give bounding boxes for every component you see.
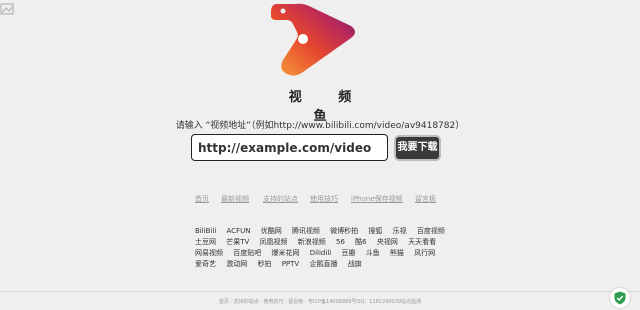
- site-link[interactable]: ACFUN: [227, 226, 251, 237]
- site-link[interactable]: 爆米花网: [271, 248, 299, 259]
- site-link[interactable]: 腾讯视频: [292, 226, 320, 237]
- supported-sites-list: BiliBili ACFUN 优酷网 腾讯视频 微博秒拍 搜狐 乐视 百度视频 …: [195, 226, 455, 270]
- site-link[interactable]: 芒果TV: [226, 237, 249, 248]
- site-link[interactable]: 天天看看: [408, 237, 436, 248]
- play-logo-icon: [269, 2, 361, 80]
- site-link[interactable]: 搜狐: [368, 226, 382, 237]
- nav-latest-videos[interactable]: 最新视频: [221, 194, 249, 204]
- site-link[interactable]: 土豆网: [195, 237, 216, 248]
- nav-guestbook[interactable]: 留言板: [415, 194, 436, 204]
- nav-iphone-save[interactable]: iPhone保存视频: [351, 194, 403, 204]
- site-link[interactable]: 激动网: [226, 259, 247, 270]
- footer-divider: [0, 291, 640, 292]
- site-link[interactable]: 风行网: [414, 248, 435, 259]
- site-link[interactable]: BiliBili: [195, 226, 216, 237]
- site-link[interactable]: 战旗: [348, 259, 362, 270]
- download-button[interactable]: 我要下载: [394, 135, 441, 161]
- site-link[interactable]: 豆瓣: [341, 248, 355, 259]
- site-link[interactable]: 乐视: [393, 226, 407, 237]
- site-link[interactable]: 斗鱼: [366, 248, 380, 259]
- nav-home[interactable]: 首页: [195, 194, 209, 204]
- site-link[interactable]: 新浪视频: [298, 237, 326, 248]
- site-link[interactable]: 央视网: [377, 237, 398, 248]
- site-link[interactable]: 56: [336, 237, 345, 248]
- nav-supported-sites[interactable]: 支持的站点: [263, 194, 298, 204]
- site-link[interactable]: PPTV: [282, 259, 300, 270]
- site-link[interactable]: 凤凰视频: [260, 237, 288, 248]
- nav-tips[interactable]: 使用技巧: [310, 194, 338, 204]
- site-link[interactable]: 网易视频: [195, 248, 223, 259]
- video-url-input[interactable]: [191, 134, 388, 161]
- site-link[interactable]: Dilidili: [310, 248, 332, 259]
- site-link[interactable]: 秒拍: [257, 259, 271, 270]
- site-link[interactable]: 微博秒拍: [330, 226, 358, 237]
- input-hint: 请输入 “视频地址”（例如http://www.bilibili.com/vid…: [175, 121, 465, 131]
- footer-text: 首页 · 支持的站点 · 使用技巧 · 留言板 · 粤ICP备14008889号…: [218, 299, 422, 305]
- site-link[interactable]: 优酷网: [261, 226, 282, 237]
- site-link[interactable]: 企鹅直播: [309, 259, 337, 270]
- site-link[interactable]: 熊猫: [390, 248, 404, 259]
- site-link[interactable]: 百度视频: [417, 226, 445, 237]
- site-link[interactable]: 百度贴吧: [233, 248, 261, 259]
- image-placeholder-icon: [0, 0, 14, 15]
- site-link[interactable]: 爱奇艺: [195, 259, 216, 270]
- shield-check-icon[interactable]: [610, 288, 630, 308]
- site-link[interactable]: 酷6: [355, 237, 366, 248]
